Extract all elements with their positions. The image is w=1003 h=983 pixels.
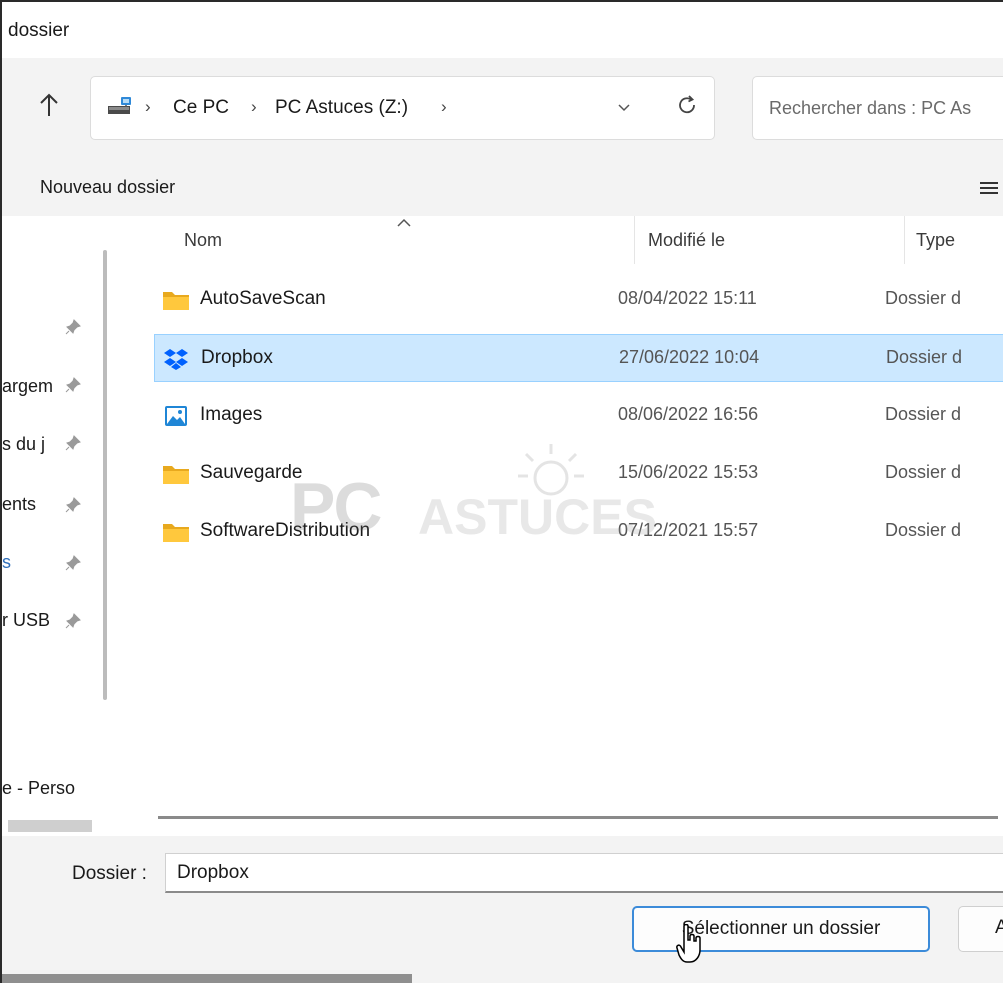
file-name: Sauvegarde xyxy=(200,462,303,483)
file-modified: 08/06/2022 16:56 xyxy=(618,404,759,424)
file-modified: 07/12/2021 15:57 xyxy=(618,520,759,540)
pin-icon[interactable] xyxy=(64,434,82,452)
pin-icon[interactable] xyxy=(64,496,82,514)
file-modified: 15/06/2022 15:53 xyxy=(618,462,759,482)
cancel-button-label: A xyxy=(995,917,1003,938)
file-row-autosavescan[interactable]: AutoSaveScan 08/04/2022 15:11 Dossier d xyxy=(154,276,1003,324)
pin-icon[interactable] xyxy=(64,554,82,572)
file-row-sauvegarde[interactable]: Sauvegarde 15/06/2022 15:53 Dossier d xyxy=(154,450,1003,498)
network-drive-icon xyxy=(108,97,131,114)
footer-panel: Dossier : Dropbox Sélectionner un dossie… xyxy=(2,836,1003,983)
file-name: SoftwareDistribution xyxy=(200,520,371,541)
file-type: Dossier d xyxy=(885,404,962,424)
pin-icon[interactable] xyxy=(64,376,82,394)
navigation-scrollbar[interactable] xyxy=(103,250,107,700)
new-folder-button[interactable]: Nouveau dossier xyxy=(40,177,175,198)
folder-icon xyxy=(163,466,189,484)
file-modified: 27/06/2022 10:04 xyxy=(619,347,760,367)
file-type: Dossier d xyxy=(885,520,962,540)
search-placeholder: Rechercher dans : PC As xyxy=(769,98,972,118)
navigation-horizontal-scrollbar[interactable] xyxy=(8,820,92,832)
dropbox-icon xyxy=(164,349,188,370)
folder-icon xyxy=(163,524,189,542)
breadcrumb-separator: › xyxy=(441,97,447,116)
sort-ascending-icon xyxy=(397,218,411,227)
sidebar-item-usb[interactable]: r USB xyxy=(2,610,50,631)
up-arrow-icon[interactable] xyxy=(38,92,60,118)
column-divider[interactable] xyxy=(634,216,635,264)
title-bar: dossier xyxy=(2,2,1003,58)
navigation-pane: argem s du j ents s r USB e - Perso xyxy=(2,216,122,836)
sidebar-item-documents[interactable]: ents xyxy=(2,494,36,515)
file-list-horizontal-scrollbar[interactable] xyxy=(158,816,998,819)
file-name: Dropbox xyxy=(201,347,273,368)
column-header-name[interactable]: Nom xyxy=(184,230,222,251)
chevron-down-icon[interactable] xyxy=(616,99,632,115)
breadcrumb-this-pc[interactable]: Ce PC xyxy=(173,97,229,119)
folder-name-value: Dropbox xyxy=(177,862,249,883)
window-title: dossier xyxy=(8,20,70,41)
file-type: Dossier d xyxy=(885,288,962,308)
pin-icon[interactable] xyxy=(64,318,82,336)
sidebar-item-videos[interactable]: s xyxy=(2,552,11,573)
file-modified: 08/04/2022 15:11 xyxy=(618,288,757,308)
file-list: Nom Modifié le Type AutoSaveScan 08/04/2… xyxy=(124,216,1003,836)
address-bar[interactable]: › Ce PC › PC Astuces (Z:) › xyxy=(90,76,715,140)
breadcrumb-separator: › xyxy=(145,97,151,116)
column-header-modified[interactable]: Modifié le xyxy=(648,230,725,251)
cancel-button[interactable]: A xyxy=(958,906,1003,952)
images-folder-icon xyxy=(165,406,187,426)
column-header-type[interactable]: Type xyxy=(916,230,955,251)
hand-cursor-icon xyxy=(676,924,701,963)
refresh-icon[interactable] xyxy=(676,94,698,116)
file-type: Dossier d xyxy=(886,347,963,367)
folder-name-input[interactable]: Dropbox xyxy=(165,853,1003,893)
search-box[interactable]: Rechercher dans : PC As xyxy=(752,76,1003,140)
column-divider[interactable] xyxy=(904,216,905,264)
sidebar-item-onedrive-perso[interactable]: e - Perso xyxy=(2,778,75,799)
folder-icon xyxy=(163,292,189,310)
breadcrumb-separator: › xyxy=(251,97,257,116)
file-type: Dossier d xyxy=(885,462,962,482)
pin-icon[interactable] xyxy=(64,612,82,630)
folder-label: Dossier : xyxy=(72,863,147,884)
sidebar-item-pictures[interactable]: s du j xyxy=(2,434,45,455)
file-row-softwaredistribution[interactable]: SoftwareDistribution 07/12/2021 15:57 Do… xyxy=(154,508,1003,556)
command-bar: Nouveau dossier xyxy=(2,158,1003,216)
file-row-dropbox[interactable]: Dropbox 27/06/2022 10:04 Dossier d xyxy=(154,334,1003,382)
file-name: AutoSaveScan xyxy=(200,288,326,309)
navigation-bar: › Ce PC › PC Astuces (Z:) › Rechercher d… xyxy=(2,58,1003,158)
sidebar-item-downloads[interactable]: argem xyxy=(2,376,53,397)
file-row-images[interactable]: Images 08/06/2022 16:56 Dossier d xyxy=(154,392,1003,440)
file-name: Images xyxy=(200,404,263,425)
view-options-icon[interactable] xyxy=(978,180,1000,198)
bottom-scrollbar[interactable] xyxy=(2,974,412,983)
breadcrumb-drive[interactable]: PC Astuces (Z:) xyxy=(275,97,408,119)
